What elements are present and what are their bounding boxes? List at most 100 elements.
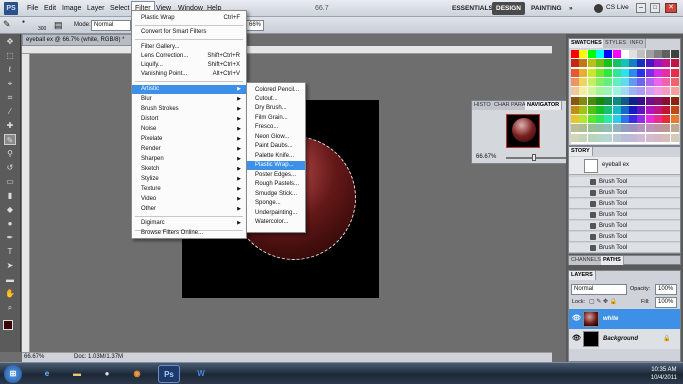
- zoom-level[interactable]: 66.7: [312, 1, 332, 16]
- swatch[interactable]: [637, 77, 646, 86]
- swatch[interactable]: [595, 115, 604, 124]
- swatch[interactable]: [662, 59, 671, 68]
- swatch[interactable]: [571, 124, 579, 133]
- swatch[interactable]: [654, 133, 662, 142]
- swatch[interactable]: [604, 115, 613, 124]
- swatch[interactable]: [637, 105, 646, 114]
- submenu-stylize[interactable]: Stylize ▶: [132, 175, 246, 184]
- tab-history[interactable]: STORY: [569, 147, 593, 156]
- swatch[interactable]: [571, 115, 579, 124]
- brush-tool-icon[interactable]: ✎: [4, 134, 16, 145]
- firefox-icon[interactable]: ◉: [126, 365, 148, 383]
- submenu-brush-strokes[interactable]: Brush Strokes ▶: [132, 105, 246, 114]
- swatch[interactable]: [612, 133, 621, 142]
- swatch[interactable]: [604, 133, 613, 142]
- swatch[interactable]: [571, 50, 579, 58]
- swatch[interactable]: [662, 87, 671, 96]
- swatch[interactable]: [629, 50, 638, 58]
- brush-preset-icon[interactable]: ✎: [3, 19, 11, 30]
- foreground-color-swatch[interactable]: [3, 320, 13, 330]
- submenu-render[interactable]: Render ▶: [132, 145, 246, 154]
- swatch[interactable]: [662, 50, 671, 58]
- tab-navigator[interactable]: NAVIGATOR: [525, 101, 563, 110]
- submenu-other[interactable]: Other ▶: [132, 205, 246, 214]
- filter-paint-daubs[interactable]: Paint Daubs...: [247, 142, 305, 151]
- history-item[interactable]: Brush Tool: [569, 232, 680, 242]
- swatch[interactable]: [662, 68, 671, 77]
- healing-brush-tool-icon[interactable]: ✚: [4, 120, 16, 131]
- swatch[interactable]: [595, 105, 604, 114]
- swatch[interactable]: [579, 50, 588, 58]
- swatch[interactable]: [587, 115, 596, 124]
- menu-file[interactable]: File: [24, 1, 41, 16]
- swatch[interactable]: [629, 105, 638, 114]
- tab-swatches[interactable]: SWATCHES: [569, 39, 605, 48]
- swatch[interactable]: [595, 50, 604, 58]
- quick-select-tool-icon[interactable]: ⌖: [4, 78, 16, 89]
- swatch[interactable]: [579, 96, 588, 105]
- swatch[interactable]: [612, 87, 621, 96]
- menu-layer[interactable]: Layer: [84, 1, 108, 16]
- swatch[interactable]: [571, 87, 579, 96]
- swatch[interactable]: [571, 68, 579, 77]
- lasso-tool-icon[interactable]: ℓ: [4, 64, 16, 75]
- zoom-tool-icon[interactable]: ⌕: [4, 302, 16, 313]
- brush-size[interactable]: 300: [38, 26, 46, 32]
- swatch[interactable]: [670, 68, 679, 77]
- filter-smudge-stick[interactable]: Smudge Stick...: [247, 190, 305, 199]
- filter-last-plastic-wrap[interactable]: Plastic Wrap Ctrl+F: [132, 14, 246, 23]
- submenu-sharpen[interactable]: Sharpen ▶: [132, 155, 246, 164]
- tab-paths[interactable]: PATHS: [601, 256, 624, 265]
- swatch[interactable]: [620, 133, 629, 142]
- swatch[interactable]: [629, 77, 638, 86]
- swatch[interactable]: [595, 77, 604, 86]
- menu-edit[interactable]: Edit: [41, 1, 59, 16]
- swatch[interactable]: [587, 133, 596, 142]
- workspace-design[interactable]: DESIGN: [492, 2, 525, 15]
- word-icon[interactable]: W: [190, 365, 212, 383]
- swatch[interactable]: [587, 50, 596, 58]
- close-button[interactable]: ✕: [665, 3, 677, 13]
- swatch[interactable]: [620, 124, 629, 133]
- swatch[interactable]: [595, 124, 604, 133]
- clone-stamp-tool-icon[interactable]: ⚲: [4, 148, 16, 159]
- swatch[interactable]: [571, 96, 579, 105]
- swatch[interactable]: [612, 68, 621, 77]
- swatch[interactable]: [654, 96, 662, 105]
- convert-smart-filters[interactable]: Convert for Smart Filters: [132, 28, 246, 37]
- swatch[interactable]: [604, 124, 613, 133]
- vanishing-point[interactable]: Vanishing Point... Alt+Ctrl+V: [132, 70, 246, 79]
- history-snapshot[interactable]: eyeball ex: [569, 157, 680, 175]
- tab-info[interactable]: INFO: [628, 39, 647, 48]
- swatch[interactable]: [620, 96, 629, 105]
- move-tool-icon[interactable]: ✥: [4, 36, 16, 47]
- photoshop-taskbar-icon[interactable]: Ps: [158, 365, 180, 383]
- swatch[interactable]: [670, 133, 679, 142]
- brush-preview-icon[interactable]: ●: [22, 19, 25, 25]
- eyedropper-tool-icon[interactable]: ⁄: [4, 106, 16, 117]
- swatch[interactable]: [604, 77, 613, 86]
- marquee-tool-icon[interactable]: ⬚: [4, 50, 16, 61]
- swatch[interactable]: [620, 59, 629, 68]
- brush-panel-icon[interactable]: ▤: [54, 20, 63, 31]
- blend-mode-select[interactable]: Normal: [571, 284, 627, 295]
- swatch[interactable]: [637, 115, 646, 124]
- history-item[interactable]: Brush Tool: [569, 199, 680, 209]
- tab-histogram[interactable]: HISTO: [472, 101, 494, 110]
- swatch[interactable]: [654, 59, 662, 68]
- filter-poster-edges[interactable]: Poster Edges...: [247, 171, 305, 180]
- swatch[interactable]: [620, 68, 629, 77]
- swatch[interactable]: [654, 87, 662, 96]
- swatch[interactable]: [629, 87, 638, 96]
- swatch[interactable]: [637, 124, 646, 133]
- filter-plastic-wrap[interactable]: Plastic Wrap...: [247, 161, 305, 170]
- filter-cutout[interactable]: Cutout...: [247, 95, 305, 104]
- gradient-tool-icon[interactable]: ▮: [4, 190, 16, 201]
- submenu-pixelate[interactable]: Pixelate ▶: [132, 135, 246, 144]
- swatch[interactable]: [587, 105, 596, 114]
- navigator-thumbnail[interactable]: [506, 114, 540, 148]
- swatch[interactable]: [670, 87, 679, 96]
- swatch[interactable]: [645, 87, 654, 96]
- swatch[interactable]: [595, 59, 604, 68]
- fill-field[interactable]: 100%: [655, 297, 677, 308]
